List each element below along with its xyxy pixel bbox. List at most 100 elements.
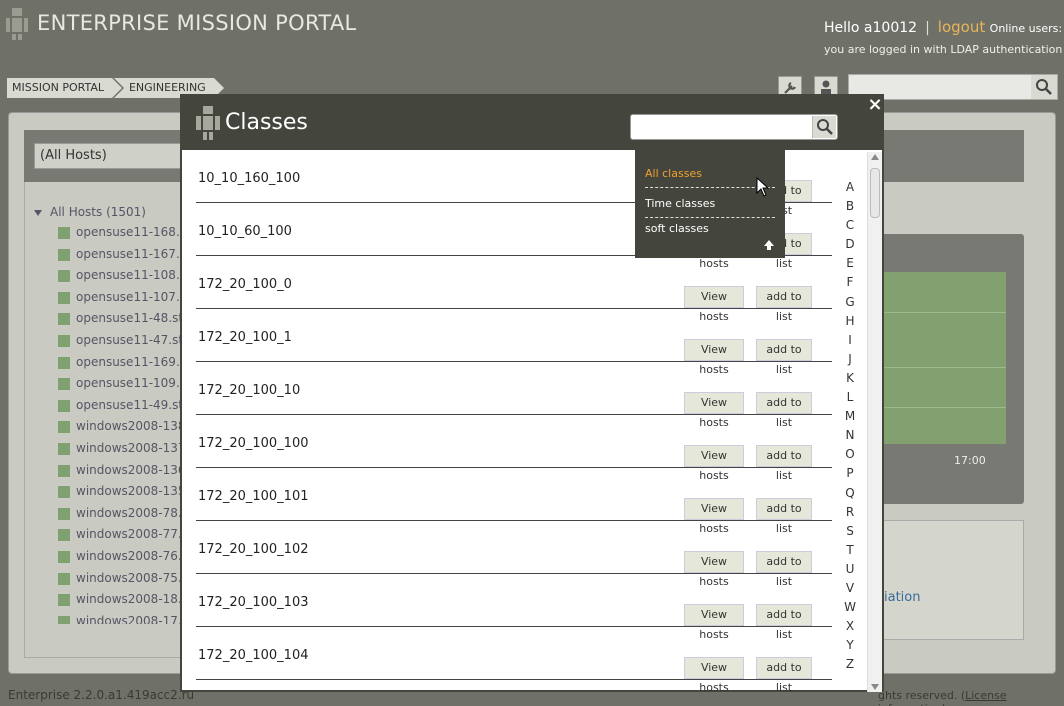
logout-link[interactable]: logout [938,18,985,36]
host-row[interactable]: opensuse11-109.s [34,373,180,395]
modal-search-input[interactable] [633,117,809,137]
host-row[interactable]: windows2008-77. [34,524,180,546]
alpha-letter[interactable]: T [838,541,862,560]
app-title: ENTERPRISE MISSION PORTAL [37,11,357,35]
chart-time-label: 17:00 [954,454,986,467]
host-row[interactable]: windows2008-137 [34,438,180,460]
gridline [884,367,1006,368]
alpha-letter[interactable]: M [838,407,862,426]
alpha-letter[interactable]: H [838,312,862,331]
view-hosts-button[interactable]: View hosts [684,445,744,482]
alpha-letter[interactable]: C [838,216,862,235]
alpha-letter[interactable]: J [838,350,862,369]
alpha-letter[interactable]: L [838,388,862,407]
add-to-list-button[interactable]: add to list [756,286,812,323]
host-tree: All Hosts (1501) opensuse11-168.s opensus… [34,204,180,624]
alpha-letter[interactable]: U [838,560,862,579]
alpha-letter[interactable]: S [838,522,862,541]
alpha-letter[interactable]: F [838,273,862,292]
host-row[interactable]: opensuse11-49.st [34,395,180,417]
modal-search-button[interactable] [812,116,836,138]
host-row[interactable]: windows2008-135 [34,481,180,503]
search-icon [817,119,833,135]
hosts-select[interactable]: (All Hosts) [34,143,184,169]
alpha-letter[interactable]: P [838,464,862,483]
alpha-letter[interactable]: V [838,579,862,598]
alpha-letter[interactable]: Y [838,636,862,655]
alpha-letter[interactable]: B [838,197,862,216]
add-to-list-button[interactable]: add to list [756,445,812,482]
footer-rights: ghts reserved. (License information) [878,689,1064,706]
alpha-letter[interactable]: W [838,598,862,617]
add-to-list-button[interactable]: add to list [756,392,812,429]
class-row: 172_20_100_104 View hosts add to list [196,627,832,694]
modal-title: Classes [225,110,308,135]
dropdown-item-soft-classes[interactable]: soft classes [645,222,775,235]
add-to-list-button[interactable]: add to list [756,339,812,376]
add-to-list-button[interactable]: add to list [756,657,812,694]
host-status-icon [58,421,70,434]
add-to-list-button[interactable]: add to list [756,498,812,535]
logo-robot-icon [6,8,28,40]
alpha-letter[interactable]: E [838,254,862,273]
host-row[interactable]: opensuse11-168.s [34,222,180,244]
view-hosts-button[interactable]: View hosts [684,286,744,323]
breadcrumb-mission-portal[interactable]: MISSION PORTAL [7,78,122,98]
caret-down-icon[interactable] [34,209,42,216]
host-row[interactable]: opensuse11-167.s [34,244,180,266]
add-to-list-button[interactable]: add to list [756,551,812,588]
alpha-letter[interactable]: R [838,503,862,522]
top-search-button[interactable] [1031,75,1057,99]
host-name: opensuse11-49.st [76,397,180,412]
host-row[interactable]: opensuse11-107.s [34,287,180,309]
view-hosts-button[interactable]: View hosts [684,551,744,588]
host-row[interactable]: opensuse11-108.s [34,265,180,287]
host-row[interactable]: windows2008-76. [34,546,180,568]
host-row[interactable]: opensuse11-48.st [34,308,180,330]
alpha-letter[interactable]: O [838,445,862,464]
alpha-letter[interactable]: A [838,178,862,197]
host-row[interactable]: windows2008-75. [34,568,180,590]
tree-root[interactable]: All Hosts (1501) [34,204,180,222]
host-status-icon [58,442,70,455]
host-row[interactable]: windows2008-17. [34,611,180,624]
alpha-letter[interactable]: Z [838,655,862,674]
host-row[interactable]: windows2008-78. [34,503,180,525]
modal-scrollbar[interactable] [867,152,882,692]
alpha-letter[interactable]: N [838,426,862,445]
host-status-icon [58,399,70,412]
alpha-letter[interactable]: X [838,617,862,636]
add-to-list-button[interactable]: add to list [756,604,812,641]
scroll-thumb[interactable] [870,168,880,218]
alpha-letter[interactable]: D [838,235,862,254]
host-row[interactable]: windows2008-136 [34,460,180,482]
view-hosts-button[interactable]: View hosts [684,604,744,641]
chart-area [884,272,1006,444]
arrow-up-icon[interactable] [763,239,775,251]
scroll-down-icon[interactable] [871,684,879,690]
gridline [884,407,1006,408]
host-name: opensuse11-168.s [76,225,180,239]
host-row[interactable]: windows2008-18. [34,589,180,611]
host-name: windows2008-75. [76,570,180,585]
host-status-icon [58,313,70,326]
alpha-letter[interactable]: I [838,331,862,350]
scroll-up-icon[interactable] [871,154,879,160]
host-row[interactable]: opensuse11-169.s [34,352,180,374]
class-name: 10_10_60_100 [198,224,292,239]
view-hosts-button[interactable]: View hosts [684,498,744,535]
view-hosts-button[interactable]: View hosts [684,657,744,694]
class-row: 172_20_100_103 View hosts add to list [196,574,832,641]
dropdown-item-time-classes[interactable]: Time classes [645,197,775,210]
view-hosts-button[interactable]: View hosts [684,339,744,376]
close-icon[interactable]: × [865,95,885,115]
search-icon [1036,79,1052,95]
alpha-letter[interactable]: Q [838,484,862,503]
host-row[interactable]: opensuse11-47.st [34,330,180,352]
host-row[interactable]: windows2008-138 [34,416,180,438]
alpha-letter[interactable]: K [838,369,862,388]
view-hosts-button[interactable]: View hosts [684,392,744,429]
alpha-letter[interactable]: G [838,293,862,312]
info-link[interactable]: iation [884,590,920,605]
host-name: opensuse11-169.s [76,354,180,369]
